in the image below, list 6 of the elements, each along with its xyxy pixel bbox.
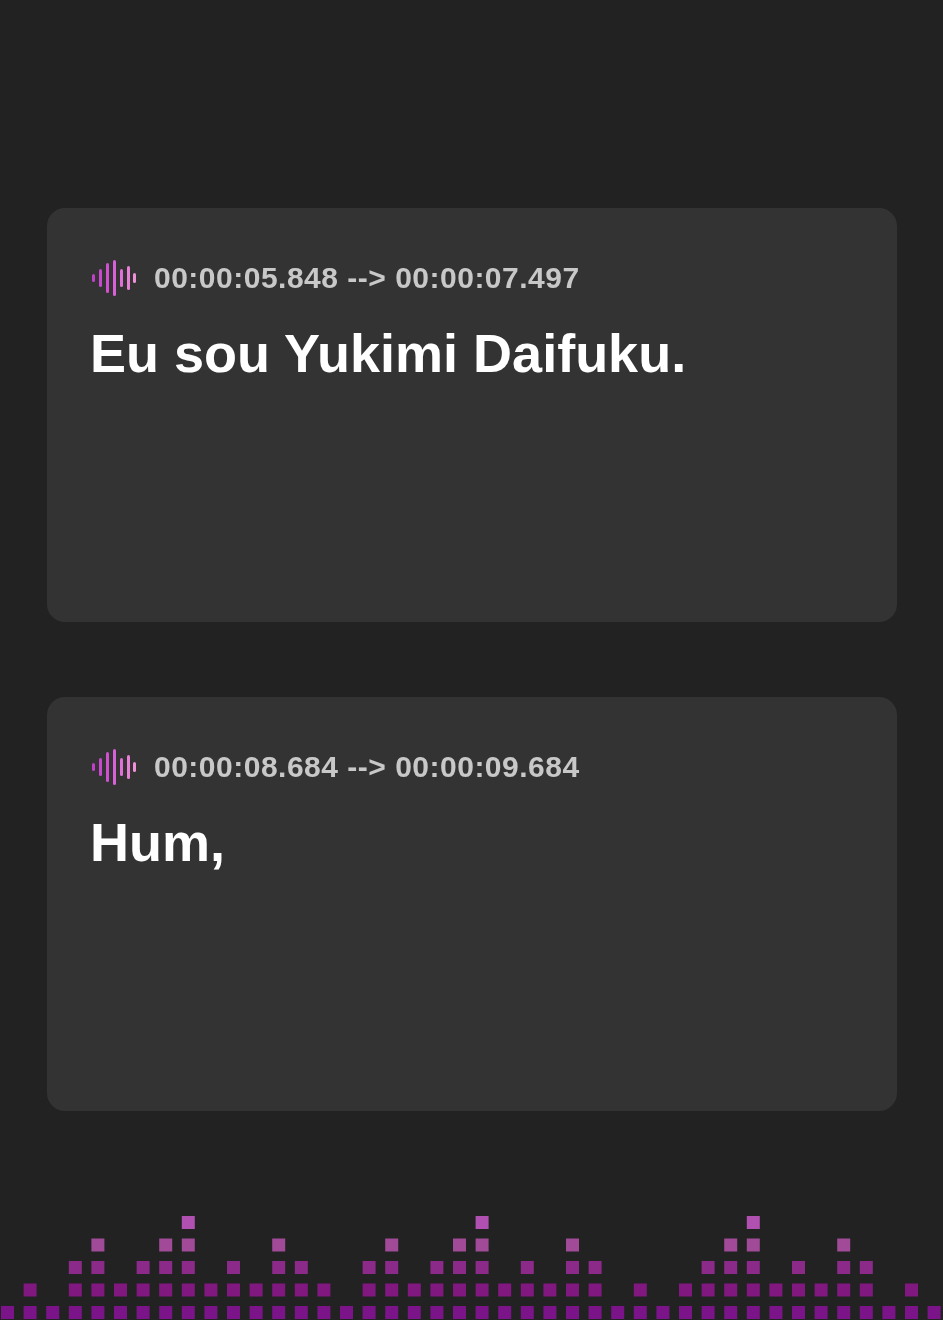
subtitle-text: Hum, (90, 811, 226, 873)
subtitle-text: Eu sou Yukimi Daifuku. (90, 322, 688, 384)
timestamp-range: 00:00:08.684 --> 00:00:09.684 (154, 750, 580, 784)
timestamp-range: 00:00:05.848 --> 00:00:07.497 (154, 261, 580, 295)
sound-wave-icon (90, 749, 136, 785)
sound-wave-icon (90, 260, 136, 296)
